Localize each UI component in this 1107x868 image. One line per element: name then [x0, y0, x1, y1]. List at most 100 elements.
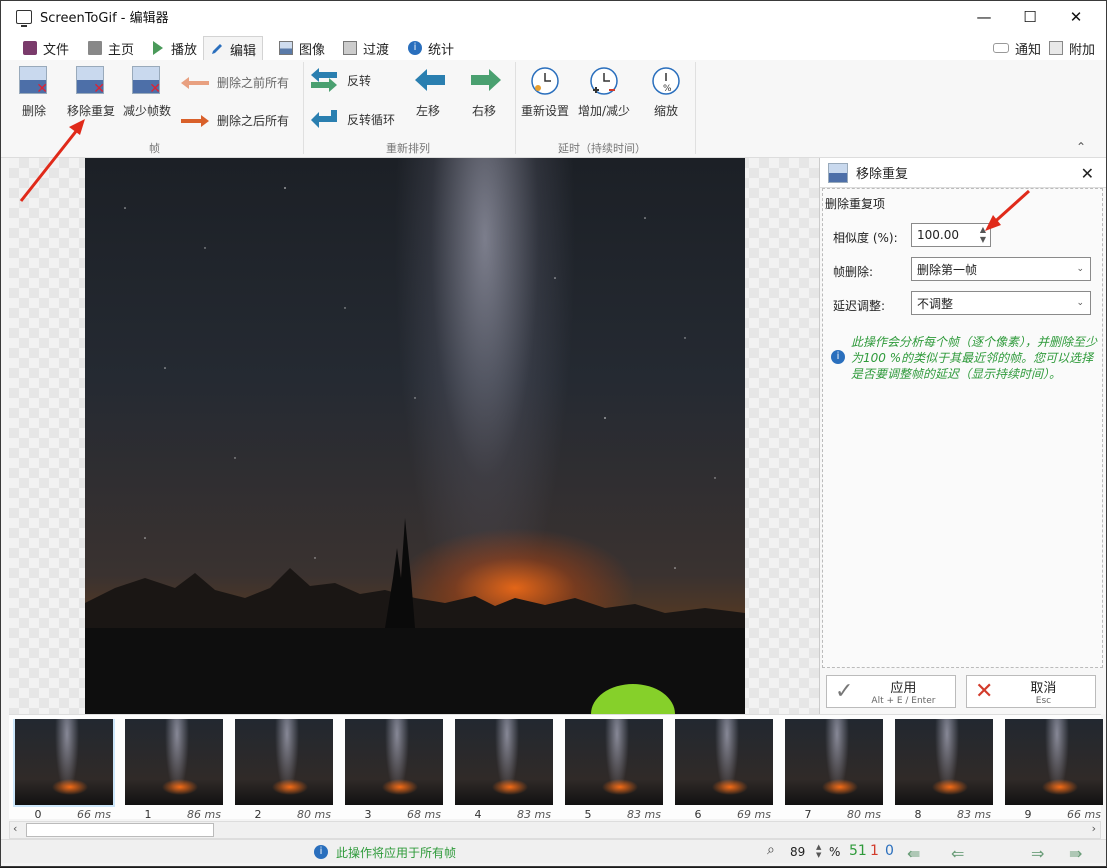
delete-after-button[interactable]: 删除之后所有 — [179, 112, 289, 129]
frame-index: 8 — [914, 808, 922, 821]
frame-thumbnail-image — [345, 719, 443, 805]
button-label: 增加/减少 — [578, 104, 631, 118]
cancel-shortcut: Esc — [1035, 696, 1052, 706]
similarity-input[interactable]: 100.00 ▲ ▼ — [911, 223, 991, 247]
frame-thumbnail[interactable]: 9 66 ms — [1003, 719, 1105, 821]
spinner-icon[interactable]: ▲ ▼ — [980, 225, 986, 245]
frame-thumbnail[interactable]: 3 68 ms — [343, 719, 445, 821]
frame-canvas[interactable] — [9, 158, 819, 714]
tab-bar: 文件 主页 播放 编辑 图像 过渡 i 统计 通知 附加 — [1, 32, 1106, 61]
frame-thumbnail[interactable]: 5 83 ms — [563, 719, 665, 821]
frame-index: 6 — [694, 808, 702, 821]
current-frame: 0 — [885, 843, 894, 859]
title-bar: ScreenToGif - 编辑器 — ☐ ✕ — [1, 1, 1106, 32]
attach-button[interactable]: 附加 — [1043, 36, 1101, 60]
frame-index: 0 — [34, 808, 42, 821]
cancel-label: 取消 — [1030, 681, 1057, 696]
first-frame-icon[interactable]: ⇚ — [907, 844, 920, 863]
zoom-spinner-icon[interactable]: ▲ ▼ — [816, 843, 821, 859]
pencil-icon — [210, 42, 224, 56]
reverse-icon — [311, 68, 337, 92]
frame-thumbnail[interactable]: 2 80 ms — [233, 719, 335, 821]
previous-frame-icon[interactable]: ⇐ — [951, 844, 964, 863]
frame-delay: 83 ms — [517, 808, 551, 821]
scrollbar-thumb[interactable] — [26, 823, 214, 837]
notifications-label: 通知 — [1015, 42, 1042, 58]
frame-delay: 83 ms — [957, 808, 991, 821]
frame-removal-select[interactable]: 删除第一帧 ⌄ — [911, 257, 1091, 281]
monitor-icon — [16, 9, 32, 27]
svg-text:%: % — [663, 84, 672, 94]
scroll-right-icon[interactable]: › — [1092, 822, 1096, 835]
tab-playback[interactable]: 播放 — [147, 36, 203, 60]
remove-duplicates-button[interactable]: ✕ 移除重复 — [67, 66, 115, 119]
frame-thumbnail-image — [235, 719, 333, 805]
tab-edit[interactable]: 编辑 — [203, 36, 264, 61]
delete-before-button[interactable]: 删除之前所有 — [179, 74, 289, 91]
apply-shortcut: Alt + E / Enter — [871, 696, 936, 706]
frame-thumbnail-image — [15, 719, 113, 805]
minimize-button[interactable]: — — [961, 1, 1007, 32]
reduce-frames-button[interactable]: ✕ 减少帧数 — [123, 66, 171, 119]
remove-duplicates-icon: ✕ — [76, 66, 105, 96]
delay-adjust-select[interactable]: 不调整 ⌄ — [911, 291, 1091, 315]
frame-delay: 83 ms — [627, 808, 661, 821]
notifications-button[interactable]: 通知 — [987, 36, 1047, 60]
tab-label: 主页 — [108, 42, 135, 58]
cancel-button[interactable]: ✕ 取消 Esc — [966, 675, 1096, 708]
clock-icon — [531, 67, 559, 95]
total-frames: 51 — [849, 843, 867, 859]
tab-label: 统计 — [428, 42, 455, 58]
last-frame-icon[interactable]: ⇛ — [1069, 844, 1082, 863]
scale-delay-button[interactable]: % 缩放 — [651, 66, 681, 119]
collapse-ribbon-icon[interactable]: ⌃ — [1076, 140, 1086, 154]
frame-thumbnail[interactable]: 4 83 ms — [453, 719, 555, 821]
save-icon — [23, 41, 37, 55]
tab-statistics[interactable]: i 统计 — [402, 36, 460, 60]
frame-thumbnail[interactable]: 1 86 ms — [123, 719, 225, 821]
info-icon: i — [314, 845, 328, 859]
tab-file[interactable]: 文件 — [17, 36, 75, 60]
tab-home[interactable]: 主页 — [82, 36, 140, 60]
maximize-button[interactable]: ☐ — [1007, 1, 1053, 32]
frame-image — [85, 158, 745, 714]
editor-window: ScreenToGif - 编辑器 — ☐ ✕ 文件 主页 播放 编辑 图像 过… — [0, 0, 1107, 867]
frame-delay: 80 ms — [297, 808, 331, 821]
move-left-button[interactable]: 左移 — [413, 66, 445, 119]
reverse-button[interactable]: 反转 — [309, 66, 371, 94]
delete-frame-button[interactable]: ✕ 删除 — [19, 66, 49, 119]
group-label-reorder: 重新排列 — [386, 142, 430, 155]
move-right-button[interactable]: 右移 — [469, 66, 501, 119]
apply-button[interactable]: ✓ 应用 Alt + E / Enter — [826, 675, 956, 708]
image-icon — [279, 41, 293, 55]
frame-index: 5 — [584, 808, 592, 821]
notification-icon — [993, 43, 1009, 53]
tab-transitions[interactable]: 过渡 — [337, 36, 395, 60]
tab-image[interactable]: 图像 — [273, 36, 331, 60]
ribbon-separator — [303, 62, 304, 154]
frame-delay: 80 ms — [847, 808, 881, 821]
tab-label: 播放 — [171, 42, 198, 58]
scroll-left-icon[interactable]: ‹ — [13, 822, 17, 835]
frame-list-scrollbar[interactable]: ‹ › — [9, 821, 1101, 839]
frame-thumbnail[interactable]: 8 83 ms — [893, 719, 995, 821]
frame-thumbnail[interactable]: 0 66 ms — [13, 719, 115, 821]
override-delay-button[interactable]: 重新设置 — [521, 66, 569, 119]
frame-index: 4 — [474, 808, 482, 821]
apply-label: 应用 — [890, 681, 917, 696]
zoom-value[interactable]: 89 — [790, 845, 805, 859]
delay-adjust-label: 延迟调整: — [833, 299, 886, 313]
close-panel-icon[interactable]: ✕ — [1081, 164, 1094, 183]
section-title: 删除重复项 — [825, 197, 886, 211]
frame-thumbnail[interactable]: 6 69 ms — [673, 719, 775, 821]
yoyo-button[interactable]: 反转循环 — [309, 106, 395, 132]
frame-thumbnail[interactable]: 7 80 ms — [783, 719, 885, 821]
next-frame-icon[interactable]: ⇒ — [1031, 844, 1044, 863]
delete-frame-icon: ✕ — [19, 66, 48, 96]
tab-label: 过渡 — [363, 42, 390, 58]
yoyo-icon — [311, 110, 337, 128]
increase-decrease-delay-button[interactable]: 增加/减少 — [578, 66, 630, 119]
close-button[interactable]: ✕ — [1053, 1, 1099, 32]
frame-thumbnail-image — [455, 719, 553, 805]
play-icon — [153, 41, 163, 55]
